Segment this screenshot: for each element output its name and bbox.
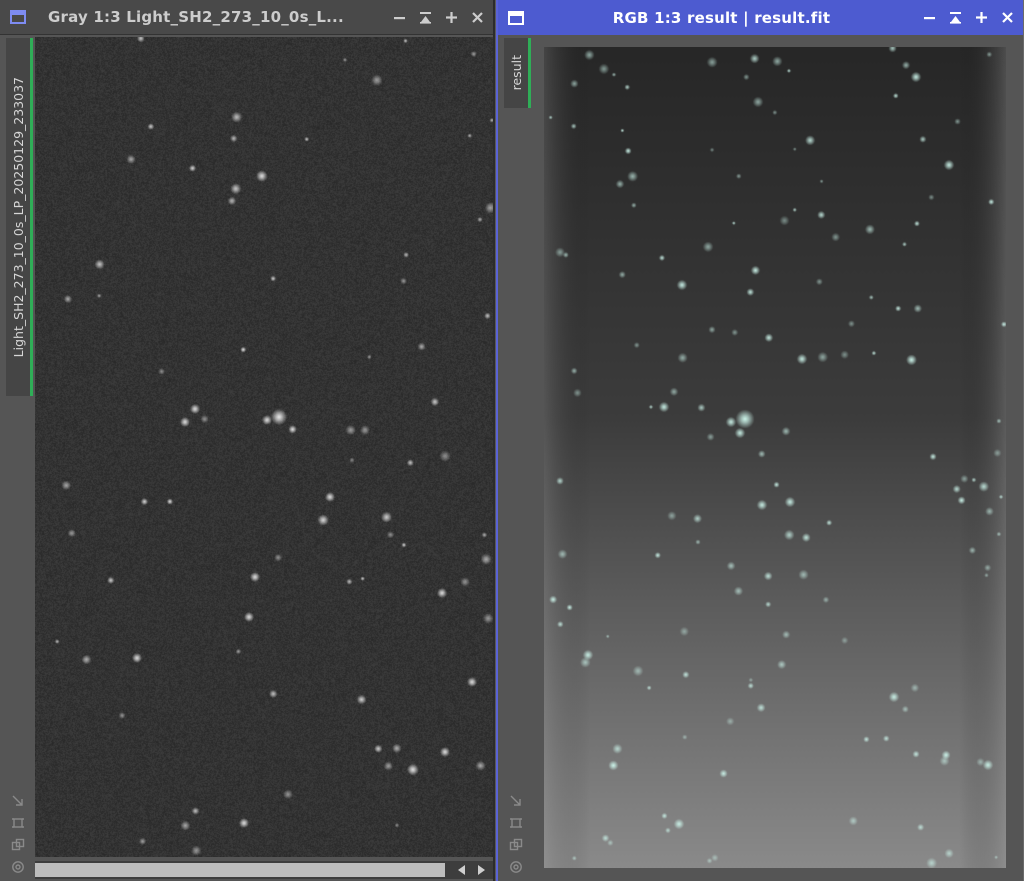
window-right-rgb[interactable]: RGB 1:3 result | result.fit result: [496, 0, 1024, 881]
fit-to-window-icon[interactable]: [10, 793, 26, 809]
settings-icon[interactable]: [508, 859, 524, 875]
view-tab-label: Light_SH2_273_10_0s_LP_20250129_233037: [10, 76, 26, 358]
zoom-frame-icon[interactable]: [508, 815, 524, 831]
window-icon[interactable]: [10, 10, 26, 24]
view-tool-icons: [508, 793, 524, 875]
close-icon[interactable]: [469, 9, 485, 25]
image-canvas[interactable]: [35, 37, 493, 857]
window-title: RGB 1:3 result | result.fit: [612, 8, 831, 27]
zoom-frame-icon[interactable]: [10, 815, 26, 831]
view-tool-icons: [10, 793, 26, 875]
clone-view-icon[interactable]: [508, 837, 524, 853]
scroll-left-icon[interactable]: [453, 863, 469, 877]
settings-icon[interactable]: [10, 859, 26, 875]
scrollbar-thumb[interactable]: [35, 863, 445, 877]
window-left-gray[interactable]: Gray 1:3 Light_SH2_273_10_0s_L... Light_…: [0, 0, 495, 881]
title-bar[interactable]: Gray 1:3 Light_SH2_273_10_0s_L...: [0, 0, 493, 35]
image-view[interactable]: [35, 37, 493, 857]
view-tab[interactable]: Light_SH2_273_10_0s_LP_20250129_233037: [6, 38, 33, 396]
image-canvas[interactable]: [544, 47, 1006, 868]
window-icon[interactable]: [508, 10, 524, 25]
minimize-icon[interactable]: [391, 9, 407, 25]
maximize-icon[interactable]: [973, 10, 989, 26]
close-icon[interactable]: [999, 10, 1015, 26]
title-bar[interactable]: RGB 1:3 result | result.fit: [498, 0, 1023, 35]
shade-icon[interactable]: [417, 9, 433, 25]
maximize-icon[interactable]: [443, 9, 459, 25]
horizontal-scrollbar[interactable]: [35, 861, 493, 879]
image-view[interactable]: [544, 47, 1006, 868]
minimize-icon[interactable]: [921, 10, 937, 26]
scroll-right-icon[interactable]: [473, 863, 489, 877]
view-tab[interactable]: result: [504, 38, 531, 108]
clone-view-icon[interactable]: [10, 837, 26, 853]
shade-icon[interactable]: [947, 10, 963, 26]
view-tab-label: result: [508, 55, 524, 91]
window-title: Gray 1:3 Light_SH2_273_10_0s_L...: [48, 8, 344, 26]
fit-to-window-icon[interactable]: [508, 793, 524, 809]
